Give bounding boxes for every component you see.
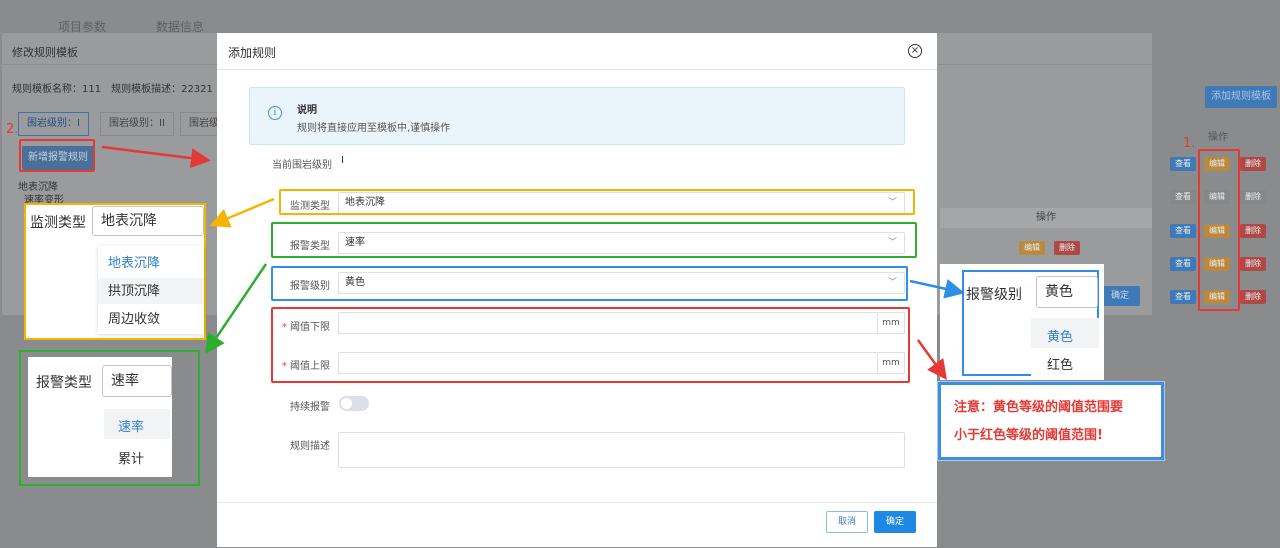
arrow-alarm-type <box>205 263 268 355</box>
arrow-thresholds-note <box>916 339 947 381</box>
annotation-arrows <box>101 145 965 381</box>
arrow-monitor-type <box>209 197 275 228</box>
arrow-new-rule-to-dialog <box>101 145 211 169</box>
arrow-alarm-level <box>909 279 965 299</box>
